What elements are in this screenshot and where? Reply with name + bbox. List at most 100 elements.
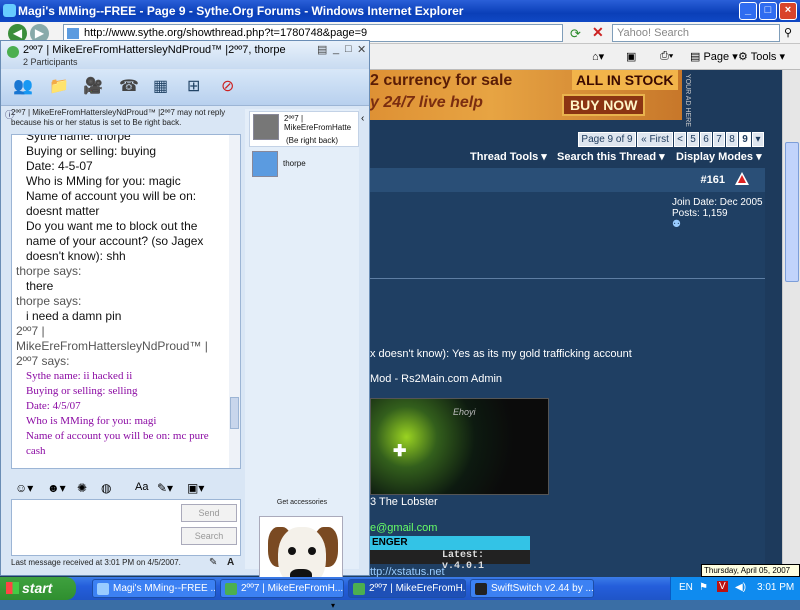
maximize-button[interactable]: □ (759, 2, 777, 20)
voice-clip-icon[interactable]: ◍ (101, 481, 111, 495)
status-banner: ENGER (370, 536, 530, 550)
font-icon[interactable]: Aa (135, 481, 148, 493)
search-button[interactable]: Search (181, 527, 237, 545)
search-input[interactable]: Yahoo! Search (612, 24, 780, 42)
contact-card[interactable]: 2ºº7 | MikeEreFromHatte (Be right back) (249, 111, 359, 147)
messenger-titlebar: 2ºº7 | MikeEreFromHattersleyNdProud™ |2º… (1, 41, 369, 69)
chat-message: Name of account you will be on: mc pure (26, 430, 209, 442)
msn-maximize-button[interactable]: □ (345, 43, 352, 55)
page-menu-arrow[interactable]: ▾ (752, 132, 764, 147)
block-icon[interactable]: ⊘ (221, 79, 234, 95)
emoticon-icon[interactable]: ☺▾ (15, 481, 33, 495)
background-icon[interactable]: ✎▾ (157, 481, 173, 495)
page-link[interactable]: 7 (713, 132, 725, 147)
page-link[interactable]: 5 (687, 132, 699, 147)
url-text: http://www.sythe.org/showthread.php?t=17… (84, 27, 368, 39)
page-scrollbar[interactable] (782, 70, 800, 577)
video-call-icon[interactable]: 🎥 (83, 79, 103, 95)
language-indicator[interactable]: EN (679, 582, 693, 593)
report-icon[interactable] (735, 172, 749, 185)
contact-status: (Be right back) (286, 136, 339, 145)
get-accessories-link[interactable]: Get accessories (245, 499, 359, 506)
home-icon[interactable]: ⌂▾ (592, 50, 604, 63)
wink-icon[interactable]: ☻▾ (47, 481, 66, 495)
page-menu[interactable]: ▤ Page ▾ (690, 50, 738, 63)
chat-scrollbar-thumb[interactable] (230, 397, 239, 429)
options-icon[interactable]: ▤ (317, 43, 327, 56)
page-link[interactable]: 6 (700, 132, 712, 147)
minimize-button[interactable]: _ (739, 2, 757, 20)
image-icon[interactable]: ▣▾ (187, 481, 204, 495)
tools-menu-label: Tools (750, 51, 777, 63)
user-status-icon: ⚉ (672, 219, 681, 230)
close-button[interactable]: × (779, 2, 797, 20)
collapse-arrow-icon[interactable]: ‹ (361, 113, 364, 124)
text-mode-icon[interactable]: A (227, 557, 234, 568)
ad-label[interactable]: YOUR AD HERE (684, 74, 691, 127)
games-icon[interactable]: ⊞ (187, 79, 200, 95)
signature-name: Ehoyi (453, 407, 476, 417)
chat-scrollbar[interactable] (229, 135, 240, 468)
tray-icon[interactable]: ⚑ (699, 582, 708, 593)
system-tray: EN ⚑ V ◀) 3:01 PM (670, 577, 800, 600)
chat-message: i need a damn pin (26, 309, 122, 323)
banner-buy-button[interactable]: BUY NOW (562, 94, 646, 116)
msn-close-button[interactable]: ✕ (357, 43, 366, 56)
ie-title: Magi's MMing--FREE - Page 9 - Sythe.Org … (18, 4, 464, 18)
send-button[interactable]: Send (181, 504, 237, 522)
call-icon[interactable]: ☎ (119, 79, 139, 95)
contact-card[interactable]: thorpe (249, 149, 359, 179)
print-icon[interactable]: ⎙▾ (660, 50, 673, 63)
page-link-current: 9 (739, 132, 751, 147)
prev-page-link[interactable]: < (674, 132, 686, 147)
chat-message: doesn't know): shh (26, 249, 126, 263)
chat-sender: 2ºº7 | (16, 324, 45, 338)
tools-menu[interactable]: ⚙ Tools ▾ (738, 50, 785, 63)
participants-count: 2 Participants (23, 57, 78, 67)
msn-minimize-button[interactable]: _ (333, 43, 339, 55)
chat-sender: MikeEreFromHattersleyNdProud™ | (16, 339, 208, 353)
activities-icon[interactable]: ▦ (153, 79, 168, 95)
banner-line2: y 24/7 live help (370, 94, 483, 111)
start-button[interactable]: start (0, 577, 76, 600)
chat-message: Date: 4/5/07 (26, 400, 81, 412)
share-files-icon[interactable]: 📁 (49, 79, 69, 95)
taskbar-item[interactable]: 2ºº7 | MikeEreFromH... (220, 579, 344, 598)
thread-tools-menu[interactable]: Thread Tools ▾ (470, 150, 547, 163)
post-number[interactable]: #161 (701, 174, 725, 186)
email-link[interactable]: e@gmail.com (370, 522, 437, 534)
chat-message: Do you want me to block out the (26, 219, 198, 233)
chevron-down-icon[interactable]: ▾ (331, 601, 335, 610)
first-page-link[interactable]: « First (637, 132, 673, 147)
page-menu-label: Page (703, 51, 730, 63)
taskbar-item[interactable]: SwiftSwitch v2.44 by ... (470, 579, 594, 598)
nudge-icon[interactable]: ✺ (77, 481, 87, 495)
clock[interactable]: 3:01 PM (757, 582, 794, 593)
tray-icon[interactable]: V (717, 581, 728, 592)
post-divider (370, 278, 765, 279)
status-version: Latest: v.4.0.1 (370, 550, 530, 572)
chat-history[interactable]: Sythe name: thorpe Buying or selling: buy… (11, 134, 241, 469)
dog-eye-right (308, 547, 316, 555)
stop-icon[interactable]: ✕ (592, 24, 604, 41)
status-notice: ⓘ 2ºº7 | MikeEreFromHattersleyNdProud™ |… (5, 108, 235, 132)
feeds-icon[interactable]: ▣ (626, 50, 636, 63)
taskbar-item[interactable]: 2ºº7 | MikeEreFromH... (348, 579, 466, 598)
search-icon[interactable]: ⚲ (784, 26, 792, 39)
page-link[interactable]: 8 (726, 132, 738, 147)
chat-message: doesnt matter (26, 204, 100, 218)
thread-tools-label: Thread Tools (470, 151, 539, 163)
refresh-icon[interactable]: ⟳ (570, 26, 581, 42)
taskbar-item[interactable]: Magi's MMing--FREE ... (92, 579, 216, 598)
search-thread-menu[interactable]: Search this Thread ▾ (557, 150, 665, 163)
chat-message: name of your account? (so Jagex (26, 234, 204, 248)
status-banner-label: ENGER (372, 537, 408, 548)
display-modes-menu[interactable]: Display Modes ▾ (676, 150, 762, 163)
handwriting-icon[interactable]: ✎ (209, 557, 217, 568)
date-tooltip: Thursday, April 05, 2007 (701, 564, 800, 577)
scrollbar-thumb[interactable] (785, 142, 799, 282)
volume-icon[interactable]: ◀) (735, 582, 746, 593)
banner-line1: 2 currency for sale (370, 72, 513, 89)
invite-icon[interactable]: 👥 (13, 79, 33, 95)
chat-sender: 2ºº7 says: (16, 354, 70, 368)
